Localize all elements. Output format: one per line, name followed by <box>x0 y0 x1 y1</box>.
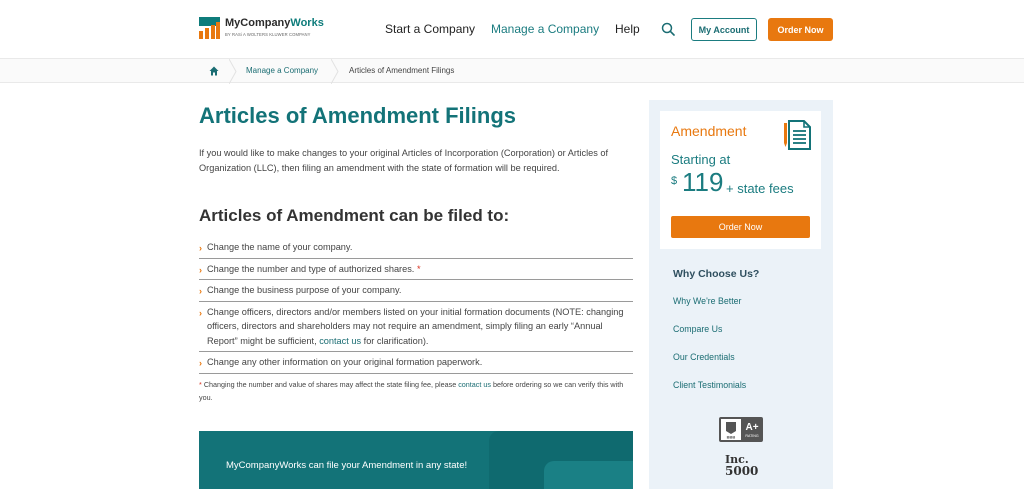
price-currency: $ <box>671 175 678 187</box>
page-title: Articles of Amendment Filings <box>199 103 517 128</box>
list-item-text: Change any other information on your ori… <box>207 357 483 367</box>
document-icon <box>784 120 811 150</box>
chevron-right-icon: › <box>199 286 202 296</box>
list-item: › Change the business purpose of your com… <box>199 280 633 302</box>
breadcrumb-manage-company[interactable]: Manage a Company <box>246 66 318 75</box>
banner-text: MyCompanyWorks can file your Amendment i… <box>226 460 468 471</box>
nav-help[interactable]: Help <box>615 22 640 36</box>
list-item-text: Change the business purpose of your comp… <box>207 285 402 295</box>
my-account-button[interactable]: My Account <box>691 18 757 41</box>
order-now-button[interactable]: Order Now <box>768 18 833 41</box>
why-link-testimonials[interactable]: Client Testimonials <box>673 380 746 390</box>
inc-number: 5000 <box>725 464 759 478</box>
logo-name-b: Works <box>290 17 324 29</box>
logo-mark-icon <box>199 17 220 39</box>
asterisk-marker: * <box>199 380 202 389</box>
price-value: 119 <box>682 167 724 197</box>
logo-name-a: MyCompany <box>225 17 291 29</box>
state-fees-label: + state fees <box>726 181 794 196</box>
chevron-right-icon: › <box>199 264 202 275</box>
nav-start-company[interactable]: Start a Company <box>385 22 475 36</box>
bbb-rating: A+ <box>745 422 758 433</box>
sidebar: Amendment Starting at $ 119 + state fees… <box>649 100 833 489</box>
list-item: › Change the number and type of authorize… <box>199 259 633 280</box>
pricing-card: Amendment Starting at $ 119 + state fees… <box>660 111 821 249</box>
logo-tagline: BY RASi A WOLTERS KLUWER COMPANY <box>225 32 311 37</box>
starting-at-label: Starting at <box>671 152 731 167</box>
breadcrumb-separator-icon <box>229 59 237 84</box>
breadcrumb-current: Articles of Amendment Filings <box>349 66 455 75</box>
section-subtitle: Articles of Amendment can be filed to: <box>199 206 510 225</box>
home-icon[interactable] <box>209 66 219 76</box>
bbb-rating-badge: BBB A+ RATING <box>719 417 763 442</box>
list-item-text: for clarification). <box>363 335 429 346</box>
bbb-rating-label: RATING <box>745 434 759 438</box>
why-link-better[interactable]: Why We're Better <box>673 296 742 306</box>
footnote: * Changing the number and value of share… <box>199 378 633 404</box>
why-choose-us-title: Why Choose Us? <box>673 268 760 280</box>
intro-paragraph: If you would like to make changes to you… <box>199 148 609 173</box>
chevron-right-icon: › <box>199 243 202 253</box>
contact-us-link[interactable]: contact us <box>319 336 361 346</box>
footnote-contact-us-link[interactable]: contact us <box>458 380 491 389</box>
inc-5000-badge: Inc. 5000 <box>725 453 759 479</box>
asterisk-marker: * <box>416 263 421 274</box>
logo[interactable]: MyCompanyWorks BY RASi A WOLTERS KLUWER … <box>199 17 324 41</box>
list-item: › Change officers, directors and/or membe… <box>199 302 633 352</box>
list-item: › Change any other information on your or… <box>199 352 633 374</box>
amendment-reasons-list: › Change the name of your company. › Chang… <box>199 237 633 374</box>
why-link-compare[interactable]: Compare Us <box>673 324 722 334</box>
footnote-text: Changing the number and value of shares … <box>203 380 457 389</box>
breadcrumb-separator-icon <box>331 59 339 84</box>
search-icon[interactable] <box>661 22 675 36</box>
promo-banner: MyCompanyWorks can file your Amendment i… <box>199 431 633 489</box>
chevron-right-icon: › <box>199 307 202 318</box>
list-item-text: Change the name of your company. <box>207 242 353 252</box>
breadcrumb: Manage a Company Articles of Amendment F… <box>0 58 1024 84</box>
list-item-text: Change the number and type of authorized… <box>207 263 415 274</box>
why-link-credentials[interactable]: Our Credentials <box>673 352 735 362</box>
chevron-right-icon: › <box>199 358 202 368</box>
list-item: › Change the name of your company. <box>199 237 633 259</box>
logo-name: MyCompanyWorks <box>225 17 324 29</box>
nav-manage-company[interactable]: Manage a Company <box>491 22 599 36</box>
site-header: MyCompanyWorks BY RASi A WOLTERS KLUWER … <box>0 0 1024 58</box>
pricing-card-title: Amendment <box>671 123 747 139</box>
banner-decoration <box>544 461 633 489</box>
card-order-now-button[interactable]: Order Now <box>671 216 810 238</box>
bbb-abbr: BBB <box>727 435 736 440</box>
